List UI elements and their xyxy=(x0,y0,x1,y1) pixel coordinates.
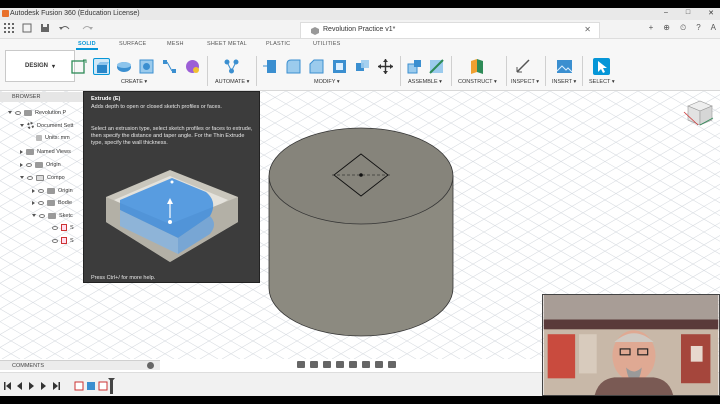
component-icon xyxy=(36,174,44,181)
tree-label: Sketc xyxy=(59,212,73,219)
visibility-icon[interactable] xyxy=(27,175,33,180)
tree-row-document-settings[interactable]: Document Sett xyxy=(20,120,73,131)
look-at-icon[interactable] xyxy=(310,361,318,368)
tree-row-sketch[interactable]: S xyxy=(52,235,74,246)
tooltip-description: Adds depth to open or closed sketch prof… xyxy=(91,104,222,110)
tree-row-origin[interactable]: Origin xyxy=(20,159,61,170)
orbit-icon[interactable] xyxy=(297,361,305,368)
visibility-icon[interactable] xyxy=(38,200,44,205)
folder-icon xyxy=(48,212,56,219)
visibility-icon[interactable] xyxy=(39,213,45,218)
expand-icon[interactable] xyxy=(20,162,23,167)
comments-bar[interactable]: COMMENTS xyxy=(0,360,160,370)
tree-label: Named Views xyxy=(37,148,71,155)
extrude-tooltip: Extrude (E) Adds depth to open or closed… xyxy=(83,91,260,283)
tree-label: Bodie xyxy=(58,199,73,206)
display-settings-icon[interactable] xyxy=(362,361,370,368)
viewports-icon[interactable] xyxy=(388,361,396,368)
fit-icon[interactable] xyxy=(349,361,357,368)
folder-icon xyxy=(35,161,43,168)
visibility-icon[interactable] xyxy=(38,188,44,193)
folder-icon xyxy=(26,148,34,155)
visibility-icon[interactable] xyxy=(52,238,58,243)
tooltip-footer: Press Ctrl+/ for more help. xyxy=(91,275,156,281)
folder-icon xyxy=(47,187,55,194)
fusion-app-window: Autodesk Fusion 360 (Education License) … xyxy=(0,8,720,396)
tree-label: Compo xyxy=(47,174,65,181)
tree-row-sketch[interactable]: S xyxy=(52,222,74,233)
tree-row-units[interactable]: Units: mm xyxy=(36,132,70,143)
pan-icon[interactable] xyxy=(323,361,331,368)
browser-title: BROWSER xyxy=(12,94,41,100)
tree-row-bodies[interactable]: Bodie xyxy=(32,197,72,208)
tree-label: Units: mm xyxy=(45,134,70,141)
tree-row-sketches[interactable]: Sketc xyxy=(32,210,73,221)
sketch-icon xyxy=(61,224,67,231)
add-comment-button[interactable] xyxy=(147,362,154,369)
tree-row-component[interactable]: Compo xyxy=(20,172,65,183)
tree-label: Origin xyxy=(46,161,61,168)
sketch-icon xyxy=(61,237,67,244)
component-icon xyxy=(24,109,32,116)
tree-label: Revolution P xyxy=(35,109,67,116)
collapse-icon[interactable] xyxy=(20,176,24,179)
timeline-marker-icon[interactable] xyxy=(108,378,115,394)
comments-label: COMMENTS xyxy=(12,363,45,369)
go-to-end-icon[interactable] xyxy=(53,382,60,390)
folder-icon xyxy=(47,199,55,206)
go-to-start-icon[interactable] xyxy=(4,382,11,390)
step-forward-icon[interactable] xyxy=(41,382,46,390)
collapse-icon[interactable] xyxy=(20,124,24,127)
tree-label: Origin xyxy=(58,187,73,194)
extrude-illustration-icon xyxy=(106,170,238,262)
visibility-icon[interactable] xyxy=(15,110,21,115)
tree-label: S xyxy=(70,224,74,231)
collapse-icon[interactable] xyxy=(32,214,36,217)
timeline-features[interactable] xyxy=(74,381,108,391)
tree-row-named-views[interactable]: Named Views xyxy=(20,146,71,157)
tree-row-root[interactable]: Revolution P xyxy=(8,107,66,118)
tree-label: Document Sett xyxy=(37,122,74,129)
tree-label: S xyxy=(70,237,74,244)
expand-icon[interactable] xyxy=(32,188,35,193)
browser-panel: BROWSER Revolution P Document Sett Units… xyxy=(0,92,88,252)
timeline-controls xyxy=(4,378,115,394)
tooltip-title: Extrude (E) xyxy=(91,96,121,102)
visibility-icon[interactable] xyxy=(52,225,58,230)
expand-icon[interactable] xyxy=(32,200,35,205)
gear-icon xyxy=(27,122,34,129)
units-icon xyxy=(36,134,42,141)
visibility-icon[interactable] xyxy=(26,162,32,167)
collapse-icon[interactable] xyxy=(8,111,12,114)
expand-icon[interactable] xyxy=(20,149,23,154)
step-back-icon[interactable] xyxy=(17,382,22,390)
tree-row-component-origin[interactable]: Origin xyxy=(32,185,73,196)
zoom-icon[interactable] xyxy=(336,361,344,368)
browser-header[interactable]: BROWSER xyxy=(0,92,86,102)
view-cube[interactable] xyxy=(682,98,714,128)
webcam-overlay xyxy=(542,294,720,396)
grid-settings-icon[interactable] xyxy=(375,361,383,368)
play-icon[interactable] xyxy=(29,382,34,390)
navigation-toolbar xyxy=(297,361,396,368)
tooltip-details: Select an extrusion type, select sketch … xyxy=(91,126,253,146)
